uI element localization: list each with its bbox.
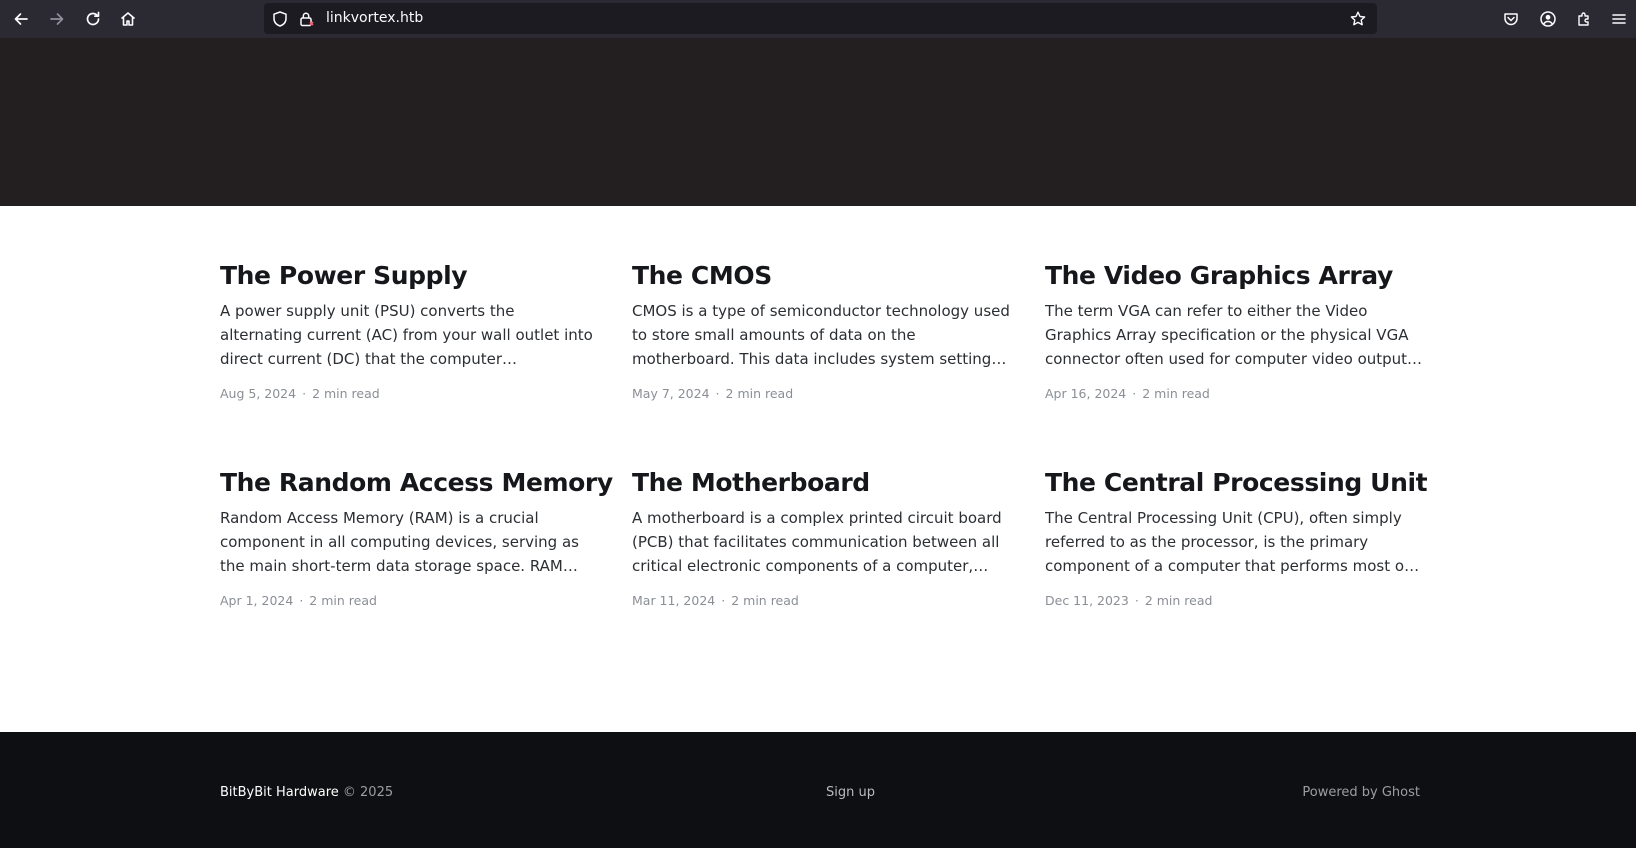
post-read-time: 2 min read [1142, 386, 1210, 401]
post-date: Mar 11, 2024 [632, 593, 716, 608]
post-excerpt: The Central Processing Unit (CPU), often… [1045, 509, 1410, 575]
footer-copyright: BitByBit Hardware © 2025 [220, 785, 393, 801]
post-excerpt: The term VGA can refer to either the Vid… [1045, 302, 1412, 368]
post-date: May 7, 2024 [632, 386, 710, 401]
meta-separator: · [721, 593, 726, 608]
post-card[interactable]: The CMOS CMOS is a type of semiconductor… [632, 260, 1012, 402]
post-meta: Apr 1, 2024 · 2 min read [220, 593, 600, 609]
meta-separator: · [715, 386, 720, 401]
home-icon[interactable] [115, 6, 141, 32]
post-meta: Dec 11, 2023 · 2 min read [1045, 593, 1425, 609]
post-read-time: 2 min read [309, 593, 377, 608]
bookmark-star-icon[interactable] [1349, 10, 1367, 28]
post-card[interactable]: The Motherboard A motherboard is a compl… [632, 467, 1012, 609]
menu-icon[interactable] [1606, 6, 1632, 32]
post-title[interactable]: The Random Access Memory [220, 467, 613, 499]
signup-link[interactable]: Sign up [826, 785, 875, 801]
back-icon[interactable] [8, 6, 34, 32]
post-excerpt: A power supply unit (PSU) converts the a… [220, 302, 593, 368]
post-meta: Aug 5, 2024 · 2 min read [220, 386, 600, 402]
lock-icon[interactable] [297, 10, 315, 28]
post-title[interactable]: The Central Processing Unit [1045, 467, 1428, 499]
extensions-icon[interactable] [1571, 6, 1597, 32]
footer-brand-link[interactable]: BitByBit Hardware [220, 785, 339, 800]
site-header [0, 38, 1636, 206]
url-bar[interactable]: linkvortex.htb [264, 3, 1377, 34]
forward-icon[interactable] [44, 6, 70, 32]
post-title[interactable]: The Motherboard [632, 467, 1012, 499]
pocket-icon[interactable] [1498, 6, 1524, 32]
post-read-time: 2 min read [1144, 593, 1213, 608]
post-meta: Apr 16, 2024 · 2 min read [1045, 386, 1425, 402]
meta-separator: · [1134, 593, 1139, 608]
shield-icon[interactable] [271, 10, 289, 28]
post-date: Apr 1, 2024 [220, 593, 294, 608]
copyright-text: © 2025 [342, 785, 394, 800]
post-read-time: 2 min read [312, 386, 380, 401]
reload-icon[interactable] [80, 6, 106, 32]
post-meta: Mar 11, 2024 · 2 min read [632, 593, 1012, 609]
meta-separator: · [302, 386, 307, 401]
browser-toolbar: linkvortex.htb [0, 0, 1636, 38]
post-date: Aug 5, 2024 [220, 386, 297, 401]
post-card[interactable]: The Power Supply A power supply unit (PS… [220, 260, 600, 402]
post-title[interactable]: The Video Graphics Array [1045, 260, 1425, 292]
post-date: Apr 16, 2024 [1045, 386, 1127, 401]
powered-by-link[interactable]: Powered by Ghost [1302, 785, 1420, 801]
post-excerpt: Random Access Memory (RAM) is a crucial … [220, 509, 579, 575]
account-icon[interactable] [1535, 6, 1561, 32]
post-meta: May 7, 2024 · 2 min read [632, 386, 1012, 402]
meta-separator: · [1132, 386, 1137, 401]
site-footer: BitByBit Hardware © 2025 Sign up Powered… [0, 732, 1636, 848]
post-card[interactable]: The Random Access Memory Random Access M… [220, 467, 613, 609]
url-text[interactable]: linkvortex.htb [326, 10, 423, 27]
post-title[interactable]: The Power Supply [220, 260, 600, 292]
post-title[interactable]: The CMOS [632, 260, 1012, 292]
meta-separator: · [299, 593, 304, 608]
post-card[interactable]: The Central Processing Unit The Central … [1045, 467, 1428, 609]
post-card[interactable]: The Video Graphics Array The term VGA ca… [1045, 260, 1425, 402]
post-excerpt: A motherboard is a complex printed circu… [632, 509, 1002, 575]
post-date: Dec 11, 2023 [1045, 593, 1129, 608]
post-read-time: 2 min read [731, 593, 799, 608]
post-read-time: 2 min read [725, 386, 794, 401]
post-excerpt: CMOS is a type of semiconductor technolo… [632, 302, 1010, 368]
